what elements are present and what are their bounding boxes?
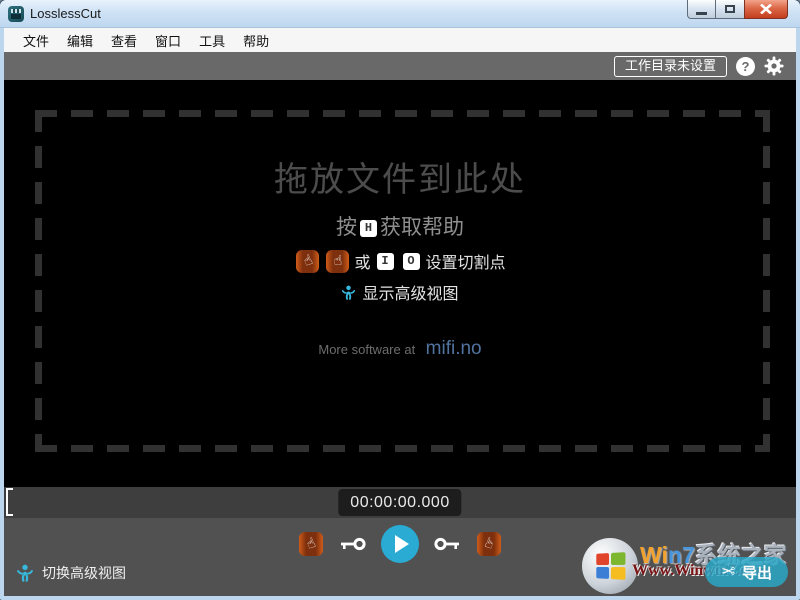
app-icon <box>8 6 24 22</box>
help-button[interactable]: ? <box>736 57 755 76</box>
dashed-border-bottom <box>35 445 770 452</box>
keycap-h: H <box>360 220 377 237</box>
mifi-credit: More software at mifi.no <box>4 338 796 360</box>
keycap-o: O <box>403 253 420 270</box>
set-cut-start-button[interactable]: ☝ <box>296 250 319 273</box>
export-button[interactable]: ✂ 导出 <box>705 557 788 587</box>
close-icon <box>760 4 772 14</box>
hand-point-up-icon: ☝ <box>304 536 317 552</box>
menu-file[interactable]: 文件 <box>14 28 58 53</box>
timecode-display[interactable]: 00:00:00.000 <box>338 489 461 516</box>
window-title: LosslessCut <box>30 6 101 21</box>
show-advanced-view-link[interactable]: 显示高级视图 <box>4 280 796 304</box>
mifi-link[interactable]: mifi.no <box>426 338 482 359</box>
cutpoint-hint: ☝ ☝ 或 I O 设置切割点 <box>4 249 796 273</box>
baby-icon <box>16 564 34 582</box>
menu-edit[interactable]: 编辑 <box>58 28 102 53</box>
video-drop-zone[interactable]: 拖放文件到此处 按H获取帮助 ☝ ☝ 或 I O 设置切割点 <box>4 80 796 487</box>
maximize-icon <box>725 5 735 13</box>
menu-window[interactable]: 窗口 <box>146 28 190 53</box>
hand-point-up-icon: ☝ <box>482 536 495 552</box>
menu-bar: 文件 编辑 查看 窗口 工具 帮助 <box>4 28 796 52</box>
play-button[interactable] <box>381 525 419 563</box>
toggle-advanced-view[interactable]: 切换高级视图 <box>16 563 126 583</box>
app-window: LosslessCut 文件 编辑 查看 窗口 工具 帮助 工作目录未设置 ? <box>0 0 800 600</box>
baby-icon <box>341 285 356 300</box>
dashed-border-top <box>35 110 770 117</box>
minimize-button[interactable] <box>687 0 716 19</box>
keycap-i: I <box>377 253 394 270</box>
bottom-controls: ☝ ☝ <box>4 518 796 596</box>
toggle-advanced-label: 切换高级视图 <box>42 563 126 583</box>
minimize-icon <box>696 12 707 15</box>
top-toolbar: 工作目录未设置 ? <box>4 52 796 80</box>
set-cut-text: 设置切割点 <box>426 249 506 273</box>
or-text: 或 <box>354 249 370 273</box>
set-cut-end-button[interactable]: ☝ <box>326 250 349 273</box>
playback-controls: ☝ ☝ <box>4 525 796 563</box>
key-right-icon[interactable] <box>434 537 460 551</box>
help-suffix: 获取帮助 <box>380 216 464 239</box>
help-hint: 按H获取帮助 <box>4 211 796 241</box>
scissors-icon: ✂ <box>721 562 735 582</box>
timeline[interactable]: 00:00:00.000 <box>4 487 796 518</box>
advanced-view-text: 显示高级视图 <box>362 280 458 304</box>
window-controls <box>687 0 788 19</box>
export-label: 导出 <box>742 562 772 583</box>
jump-cut-start-button[interactable]: ☝ <box>299 532 323 556</box>
menu-view[interactable]: 查看 <box>102 28 146 53</box>
close-button[interactable] <box>744 0 788 19</box>
jump-cut-end-button[interactable]: ☝ <box>477 532 501 556</box>
key-left-icon[interactable] <box>340 537 366 551</box>
play-icon <box>395 535 409 553</box>
menu-tools[interactable]: 工具 <box>190 28 234 53</box>
menu-help[interactable]: 帮助 <box>234 28 278 53</box>
more-software-text: More software at <box>318 342 415 357</box>
hand-point-up-icon: ☝ <box>334 254 343 268</box>
dropzone-hints: 拖放文件到此处 按H获取帮助 ☝ ☝ 或 I O 设置切割点 <box>4 152 796 304</box>
hand-point-up-icon: ☝ <box>301 253 314 269</box>
maximize-button[interactable] <box>716 0 744 19</box>
drop-title: 拖放文件到此处 <box>4 152 796 201</box>
help-prefix: 按 <box>336 216 357 239</box>
playhead-bracket[interactable] <box>6 488 13 516</box>
working-directory-button[interactable]: 工作目录未设置 <box>614 56 727 77</box>
title-bar[interactable]: LosslessCut <box>0 0 800 28</box>
settings-gear-icon[interactable] <box>764 56 784 76</box>
